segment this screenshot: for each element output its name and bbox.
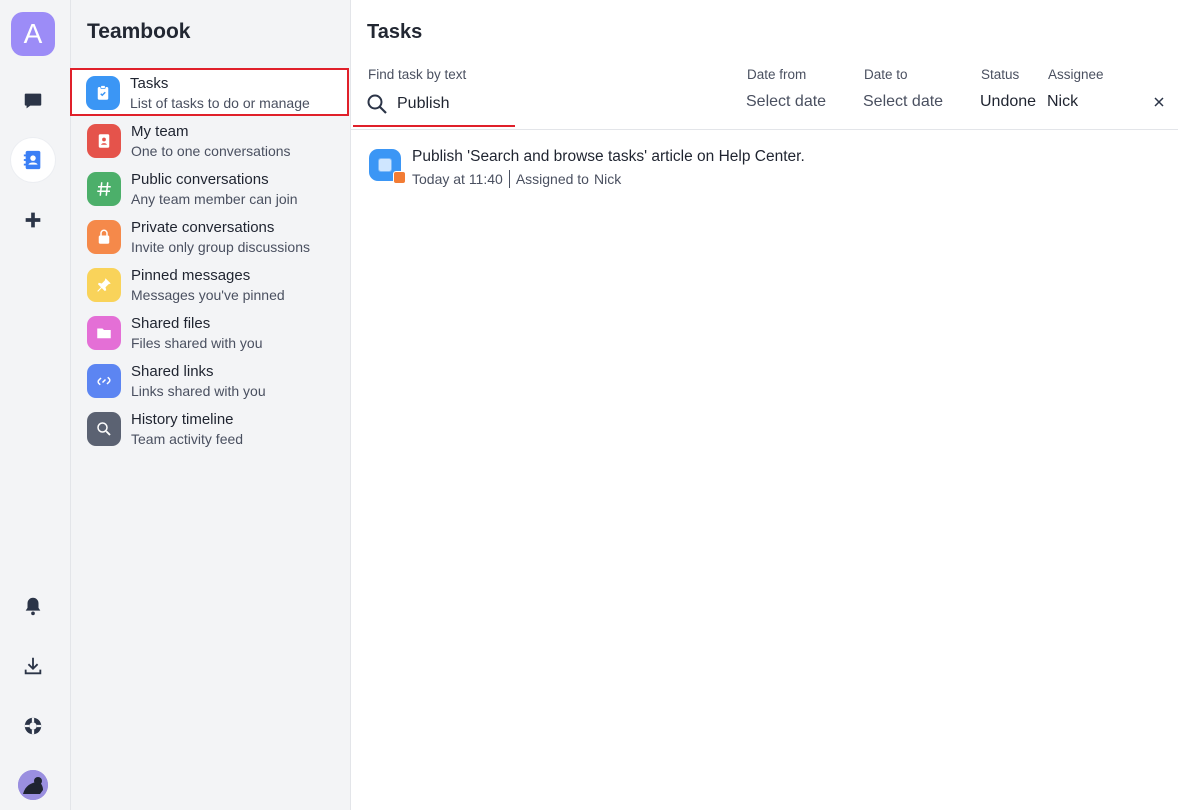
nav-item-label: History timeline	[131, 411, 234, 428]
nav-item-subtitle: Any team member can join	[131, 191, 298, 207]
task-assignee: Nick	[593, 171, 622, 187]
nav-item-label: Shared files	[131, 315, 211, 332]
rail-help-button[interactable]	[11, 704, 55, 748]
assigned-label: Assigned to	[515, 171, 589, 187]
close-icon	[1154, 97, 1164, 107]
task-meta: Today at 11:40 Assigned to Nick	[412, 170, 621, 188]
chat-icon	[24, 93, 42, 109]
download-icon	[24, 657, 42, 675]
status-select[interactable]: Undone	[980, 93, 1036, 111]
nav-item-label: Shared links	[131, 363, 214, 380]
nav-item-subtitle: Invite only group discussions	[131, 239, 310, 255]
rail-notifications-button[interactable]	[11, 584, 55, 628]
address-book-icon	[87, 124, 121, 158]
nav-item-history-timeline[interactable]: History timeline Team activity feed	[71, 404, 351, 452]
meta-separator	[508, 170, 510, 188]
contacts-icon	[23, 150, 41, 170]
date-from-picker[interactable]: Select date	[746, 93, 826, 111]
lock-icon	[87, 220, 121, 254]
nav-item-subtitle: One to one conversations	[131, 143, 291, 159]
status-label: Status	[981, 67, 1020, 82]
nav-item-subtitle: Team activity feed	[131, 431, 244, 447]
bell-icon	[25, 597, 41, 616]
rail-chat-button[interactable]	[11, 79, 55, 123]
nav-item-shared-links[interactable]: Shared links Links shared with you	[71, 356, 351, 404]
folder-icon	[87, 316, 121, 350]
assignee-select[interactable]: Nick	[1047, 93, 1078, 111]
rail-download-button[interactable]	[11, 644, 55, 688]
nav-item-subtitle: Messages you've pinned	[131, 287, 285, 303]
plus-icon	[25, 212, 41, 228]
user-avatar-image	[18, 770, 48, 800]
search-icon	[367, 94, 387, 114]
clipboard-check-icon	[86, 76, 120, 110]
tasks-main: Tasks Find task by text Date from Select…	[351, 0, 1178, 810]
assignee-label: Assignee	[1048, 67, 1104, 82]
user-avatar[interactable]	[18, 770, 48, 800]
nav-item-subtitle: List of tasks to do or manage	[130, 95, 310, 111]
nav-item-label: Private conversations	[131, 219, 275, 236]
nav-item-label: Public conversations	[131, 171, 269, 188]
teambook-panel: Teambook Tasks List of tasks to do or ma…	[70, 0, 351, 810]
page-title: Tasks	[367, 21, 423, 43]
app-rail: A	[0, 0, 71, 810]
nav-item-shared-files[interactable]: Shared files Files shared with you	[71, 308, 351, 356]
private-lock-badge-icon	[393, 171, 406, 184]
nav-item-label: Tasks	[130, 75, 169, 92]
date-to-picker[interactable]: Select date	[863, 93, 943, 111]
nav-item-label: My team	[131, 123, 189, 140]
nav-item-subtitle: Files shared with you	[131, 335, 263, 351]
date-to-label: Date to	[864, 67, 908, 82]
nav-item-private-conversations[interactable]: Private conversations Invite only group …	[71, 212, 351, 260]
pin-icon	[87, 268, 121, 302]
nav-item-subtitle: Links shared with you	[131, 383, 266, 399]
task-time: Today at 11:40	[412, 171, 503, 187]
task-row[interactable]: Publish 'Search and browse tasks' articl…	[367, 146, 1167, 190]
panel-title: Teambook	[87, 20, 191, 43]
link-icon	[87, 364, 121, 398]
hash-icon	[87, 172, 121, 206]
search-underline	[353, 125, 515, 127]
search-icon	[87, 412, 121, 446]
nav-item-label: Pinned messages	[131, 267, 251, 284]
date-from-label: Date from	[747, 67, 807, 82]
search-input[interactable]	[397, 92, 512, 116]
workspace-avatar[interactable]: A	[11, 12, 55, 56]
rail-add-button[interactable]	[11, 198, 55, 242]
nav-item-pinned-messages[interactable]: Pinned messages Messages you've pinned	[71, 260, 351, 308]
clear-filters-button[interactable]	[1150, 93, 1168, 111]
help-lifebuoy-icon	[24, 717, 42, 735]
divider	[351, 129, 1178, 130]
task-title: Publish 'Search and browse tasks' articl…	[412, 148, 805, 165]
task-checkbox-icon[interactable]	[369, 149, 406, 184]
nav-item-my-team[interactable]: My team One to one conversations	[71, 116, 351, 164]
search-label: Find task by text	[368, 67, 467, 82]
nav-item-tasks[interactable]: Tasks List of tasks to do or manage	[70, 68, 349, 116]
rail-contacts-button[interactable]	[11, 138, 55, 182]
nav-item-public-conversations[interactable]: Public conversations Any team member can…	[71, 164, 351, 212]
